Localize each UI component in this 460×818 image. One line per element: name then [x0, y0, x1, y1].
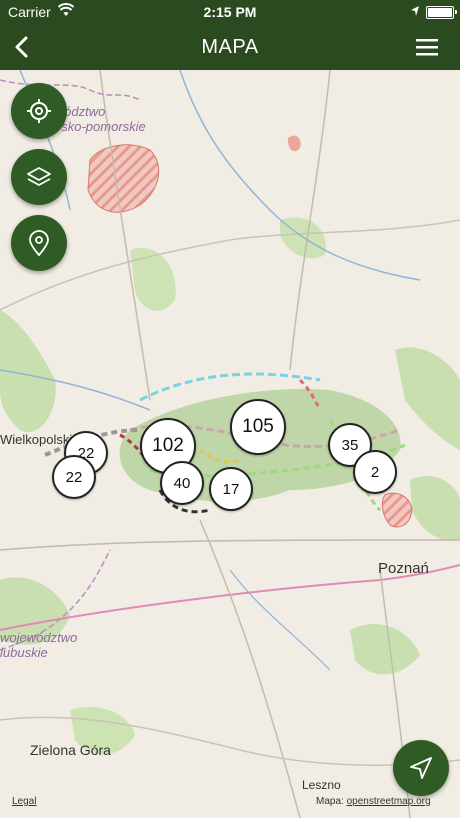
- marker-cluster[interactable]: 40: [160, 461, 204, 505]
- city-label-zielona-gora: Zielona Góra: [30, 742, 111, 758]
- crosshair-icon: [27, 99, 51, 123]
- nav-bar: MAPA: [0, 24, 460, 70]
- map-layers-button[interactable]: [11, 149, 67, 205]
- marker-cluster[interactable]: 17: [209, 467, 253, 511]
- city-label-poznan: Poznań: [378, 560, 429, 577]
- battery-icon: [426, 6, 457, 19]
- legal-link[interactable]: Legal: [12, 796, 36, 807]
- region-label-left: województwo lubuskie: [0, 630, 78, 660]
- poi-button[interactable]: [11, 215, 67, 271]
- clock: 2:15 PM: [203, 4, 257, 20]
- status-bar: Carrier 2:15 PM: [0, 0, 460, 24]
- marker-cluster[interactable]: 22: [52, 455, 96, 499]
- osm-link[interactable]: openstreetmap.org: [347, 796, 431, 807]
- navigate-button[interactable]: [393, 740, 449, 796]
- location-services-icon: [411, 6, 419, 16]
- map-attribution: Mapa: openstreetmap.org: [316, 796, 431, 807]
- marker-cluster[interactable]: 105: [230, 399, 286, 455]
- map-view[interactable]: województwo kujawsko-pomorskie Wielkopol…: [0, 70, 460, 818]
- locate-me-button[interactable]: [11, 83, 67, 139]
- map-pin-icon: [29, 230, 49, 257]
- page-title: MAPA: [201, 36, 259, 58]
- layers-icon: [27, 167, 51, 186]
- marker-cluster[interactable]: 2: [353, 450, 397, 494]
- city-label-leszno: Leszno: [302, 778, 341, 792]
- menu-button[interactable]: [414, 36, 440, 58]
- navigation-arrow-icon: [410, 757, 432, 779]
